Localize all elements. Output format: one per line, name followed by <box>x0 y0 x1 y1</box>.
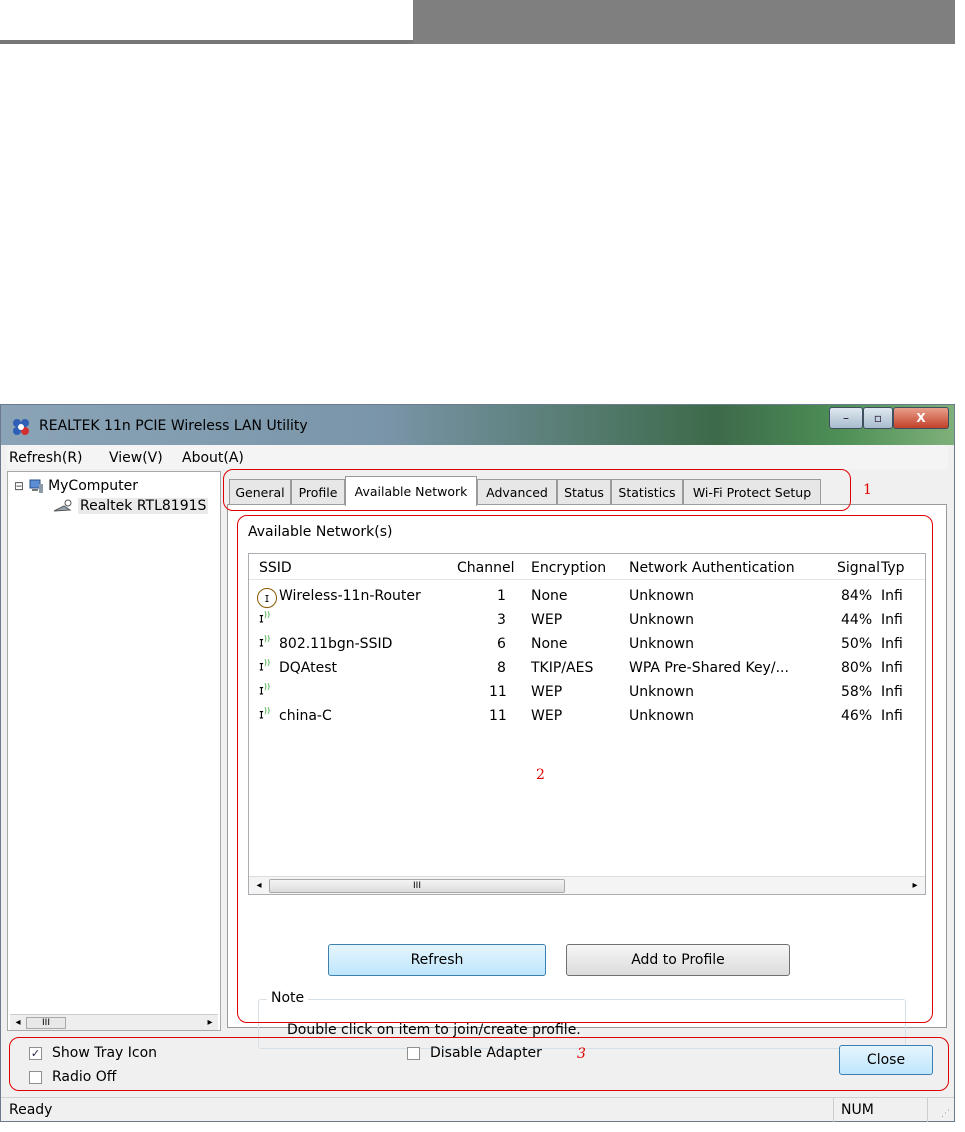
menu-bar: Refresh(R) View(V) About(A) <box>7 445 948 469</box>
maximize-button[interactable]: ▫ <box>863 407 893 429</box>
menu-refresh[interactable]: Refresh(R) <box>9 450 83 466</box>
scroll-left-arrow-icon[interactable]: ◂ <box>10 1017 26 1028</box>
status-divider <box>927 1098 928 1122</box>
utility-window: REALTEK 11n PCIE Wireless LAN Utility – … <box>0 404 955 1122</box>
annotation-frame-tabs <box>223 469 851 511</box>
tree-child-label: Realtek RTL8191S <box>78 498 209 514</box>
status-text: Ready <box>9 1102 53 1118</box>
tree-node-adapter[interactable]: Realtek RTL8191S <box>52 498 209 514</box>
annotation-frame-network <box>237 515 933 1023</box>
collapse-icon[interactable]: ⊟ <box>14 479 24 493</box>
window-title: REALTEK 11n PCIE Wireless LAN Utility <box>39 418 308 434</box>
tree-root-label: MyComputer <box>48 478 139 494</box>
resize-grip-icon[interactable]: ⋰ <box>941 1109 950 1119</box>
title-bar[interactable]: REALTEK 11n PCIE Wireless LAN Utility – … <box>1 405 954 445</box>
tree-node-mycomputer[interactable]: ⊟ MyComputer <box>14 478 138 494</box>
annotation-frame-bottom <box>9 1037 949 1091</box>
tab-available-network[interactable]: Available Network <box>345 476 477 506</box>
tree-horizontal-scrollbar[interactable]: ◂ III ▸ <box>10 1014 218 1030</box>
close-window-button[interactable]: X <box>893 407 949 429</box>
annotation-label-2: 2 <box>536 767 545 783</box>
minimize-button[interactable]: – <box>829 407 863 429</box>
annotation-label-3: 3 <box>577 1046 586 1062</box>
page-header-band <box>413 0 955 44</box>
annotation-label-1: 1 <box>863 482 872 498</box>
menu-about[interactable]: About(A) <box>182 450 244 466</box>
adapter-tree: ⊟ MyComputer Realtek RTL8191S ◂ III ▸ <box>7 471 221 1031</box>
note-text: Double click on item to join/create prof… <box>287 1022 581 1038</box>
tree-scroll-thumb[interactable]: III <box>26 1016 66 1029</box>
status-bar: Ready NUM ⋰ <box>1 1097 954 1122</box>
num-lock-indicator: NUM <box>841 1102 874 1118</box>
realtek-app-icon <box>13 419 29 435</box>
menu-view[interactable]: View(V) <box>109 450 163 466</box>
scroll-right-arrow-icon[interactable]: ▸ <box>202 1017 218 1028</box>
computer-icon <box>29 479 44 493</box>
page-header-rule <box>0 0 413 44</box>
status-divider <box>833 1098 834 1122</box>
wireless-adapter-icon <box>53 499 72 512</box>
